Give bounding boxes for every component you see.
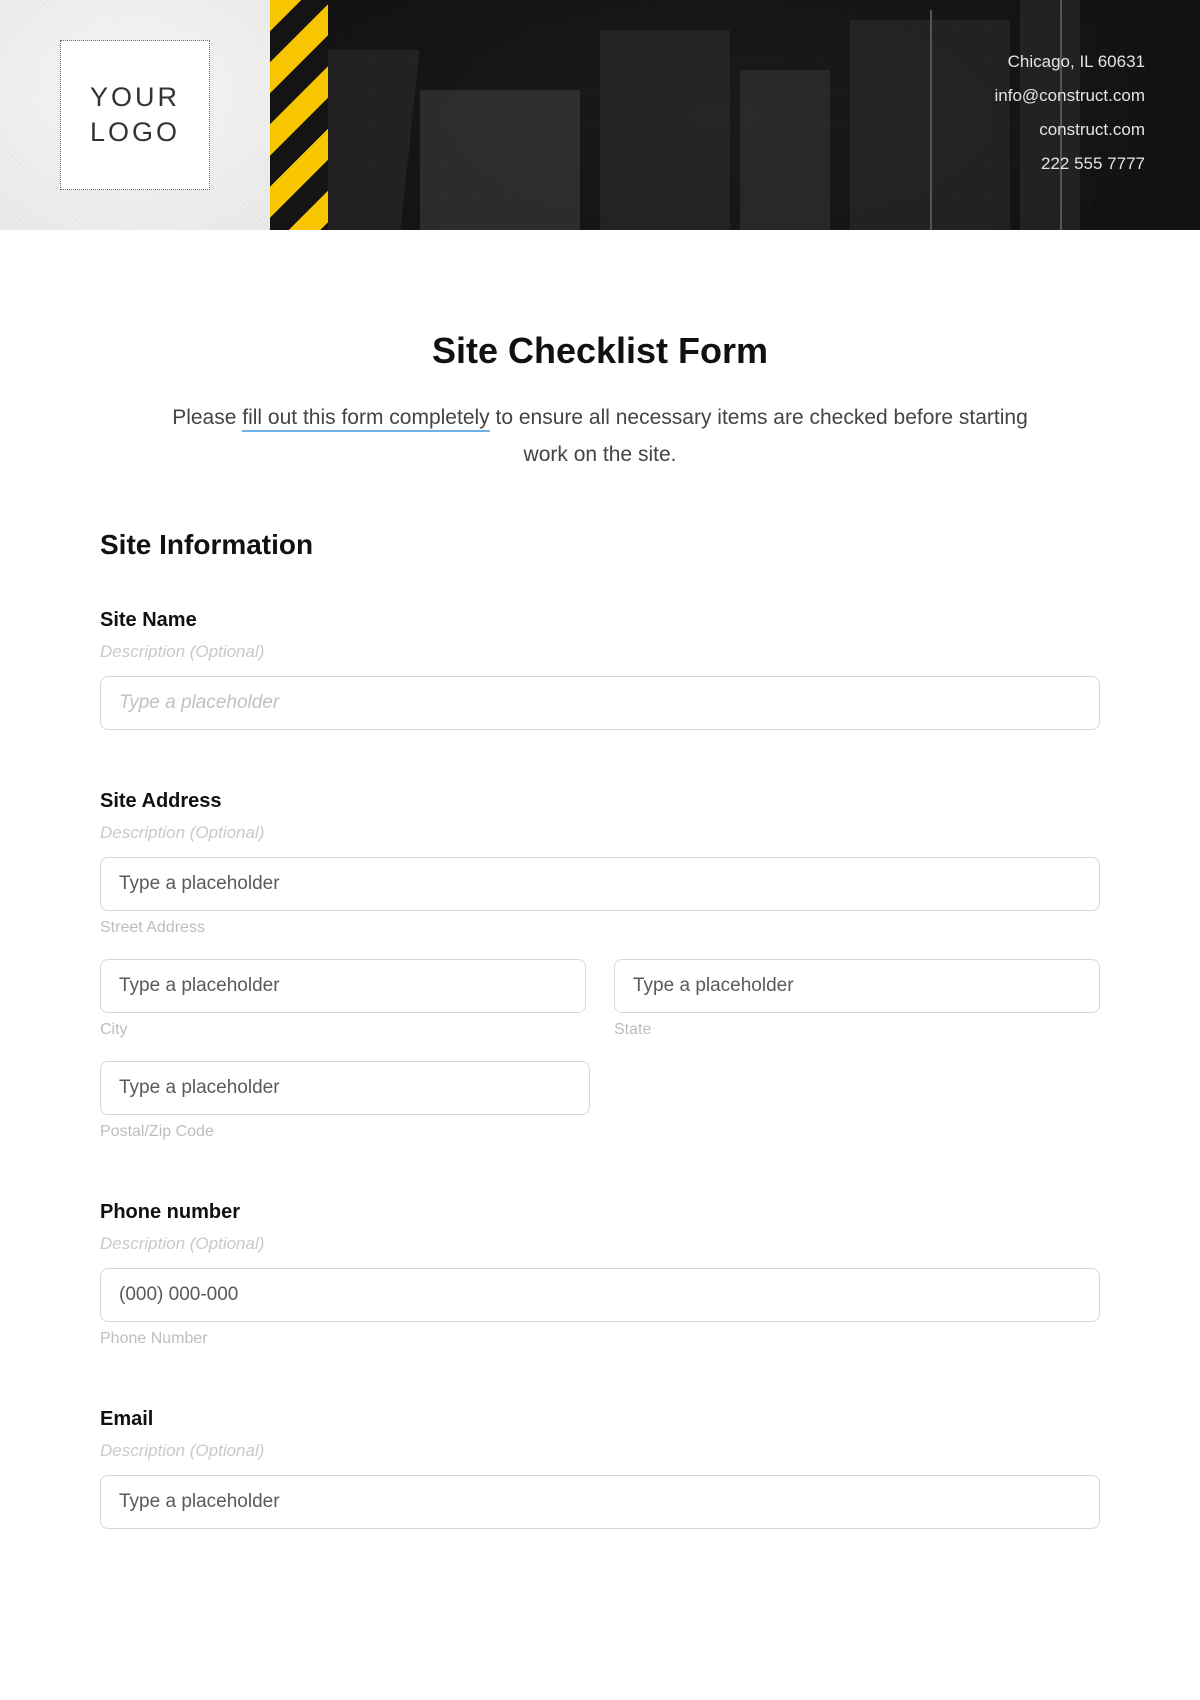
field-email: Email Description (Optional) [100,1408,1100,1529]
sublabel-street: Street Address [100,919,1100,937]
label-site-name: Site Name [100,609,1100,632]
intro-underlined: fill out this form completely [242,406,489,432]
contact-email: info@construct.com [995,79,1145,113]
sublabel-city: City [100,1021,586,1039]
desc-email: Description (Optional) [100,1441,1100,1461]
label-site-address: Site Address [100,790,1100,813]
section-site-information: Site Information [100,529,1100,561]
form-intro: Please fill out this form completely to … [170,400,1030,474]
contact-phone: 222 555 7777 [995,147,1145,181]
logo-panel: YOUR LOGO [0,0,270,230]
contact-address: Chicago, IL 60631 [995,45,1145,79]
input-city[interactable] [100,959,586,1013]
intro-suffix: to ensure all necessary items are checke… [490,406,1028,466]
intro-prefix: Please [172,406,242,429]
desc-phone: Description (Optional) [100,1234,1100,1254]
input-email[interactable] [100,1475,1100,1529]
field-phone: Phone number Description (Optional) Phon… [100,1201,1100,1348]
label-phone: Phone number [100,1201,1100,1224]
logo-placeholder: YOUR LOGO [60,40,210,190]
input-state[interactable] [614,959,1100,1013]
form-title: Site Checklist Form [100,330,1100,372]
desc-site-address: Description (Optional) [100,823,1100,843]
field-site-address: Site Address Description (Optional) Stre… [100,790,1100,1141]
label-email: Email [100,1408,1100,1431]
contact-info: Chicago, IL 60631 info@construct.com con… [995,45,1145,181]
desc-site-name: Description (Optional) [100,642,1100,662]
contact-website: construct.com [995,113,1145,147]
building-silhouette [740,70,830,230]
input-site-name[interactable] [100,676,1100,730]
logo-text-line1: YOUR [90,82,180,112]
input-phone[interactable] [100,1268,1100,1322]
header-banner: YOUR LOGO Chicago, IL 60631 info@constru… [0,0,1200,230]
sublabel-state: State [614,1021,1100,1039]
form-body: Site Checklist Form Please fill out this… [0,230,1200,1529]
input-zip[interactable] [100,1061,590,1115]
input-street-address[interactable] [100,857,1100,911]
field-site-name: Site Name Description (Optional) [100,609,1100,730]
logo-text-line2: LOGO [90,117,180,147]
sublabel-zip: Postal/Zip Code [100,1123,590,1141]
building-silhouette [600,30,730,230]
crane-icon [930,10,932,230]
sublabel-phone: Phone Number [100,1330,1100,1348]
hazard-stripes-icon [270,0,328,230]
building-silhouette [420,90,580,230]
